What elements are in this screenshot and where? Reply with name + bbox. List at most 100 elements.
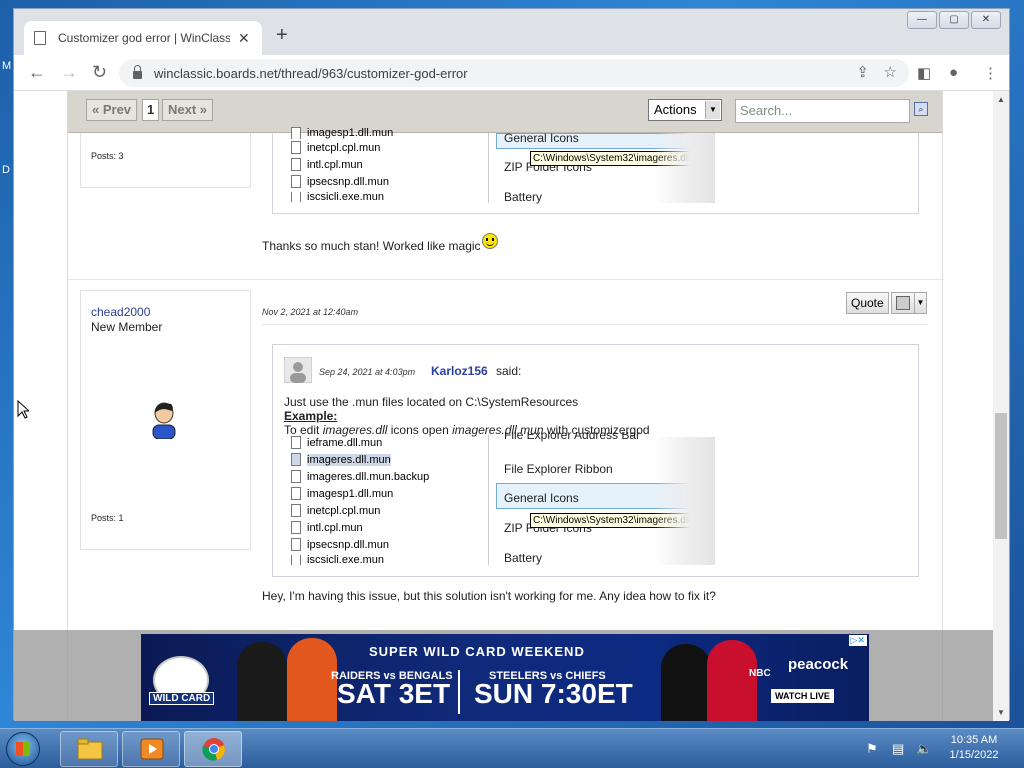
file-icon [291, 192, 301, 202]
file-icon [291, 436, 301, 449]
quote-box: Sep 24, 2021 at 4:03pm Karloz156 said: J… [272, 344, 919, 577]
tray-flag-icon[interactable]: ⚑ [866, 741, 878, 757]
post-date: Nov 2, 2021 at 12:40am [262, 307, 359, 317]
file-item-selected: imageres.dll.mun [291, 453, 391, 466]
file-item: iscsicli.exe.mun [291, 192, 384, 202]
taskbar-media-player-button[interactable] [122, 731, 180, 767]
post-message: Thanks so much stan! Worked like magic [262, 239, 481, 253]
taskbar-chrome-button[interactable] [184, 731, 242, 767]
share-icon[interactable]: ⇪ [856, 63, 869, 81]
file-item: inetcpl.cpl.mun [291, 141, 380, 154]
scroll-down-icon[interactable]: ▼ [997, 708, 1005, 717]
quote-line: Just use the .mun files located on C:\Sy… [284, 395, 579, 409]
file-item: iscsicli.exe.mun [291, 555, 384, 565]
start-button[interactable] [6, 732, 40, 766]
browser-tab[interactable]: Customizer god error | WinClassic ✕ [24, 21, 262, 55]
watch-live-button[interactable]: WATCH LIVE [771, 689, 834, 703]
gear-icon [896, 296, 910, 310]
ad-choices-icon[interactable]: ▷✕ [848, 635, 867, 646]
file-icon [291, 521, 301, 534]
player-image [287, 638, 337, 721]
file-icon [291, 555, 301, 565]
file-item: intl.cpl.mun [291, 521, 363, 534]
new-tab-button[interactable]: + [276, 24, 288, 47]
advertisement-banner[interactable]: ▷✕ WILD CARD SUPER WILD CARD WEEKEND RAI… [141, 634, 869, 721]
file-icon [291, 453, 301, 466]
image-fade [653, 133, 715, 203]
quote-box: imagesp1.dll.mun inetcpl.cpl.mun intl.cp… [272, 127, 919, 214]
bookmark-star-icon[interactable]: ☆ [884, 63, 897, 81]
option-item: File Explorer Ribbon [504, 462, 613, 476]
browser-toolbar: ← → ↻ winclassic.boards.net/thread/963/c… [14, 55, 1009, 91]
page-scrollbar[interactable]: ▲ ▼ [993, 91, 1009, 721]
lock-icon [133, 65, 142, 79]
browser-menu-icon[interactable]: ⋮ [983, 64, 998, 82]
divider [488, 133, 489, 203]
mouse-cursor-icon [17, 400, 29, 419]
user-title: New Member [91, 320, 163, 334]
user-avatar [152, 402, 176, 439]
quote-button[interactable]: Quote [846, 292, 889, 314]
user-info-box: Posts: 3 [80, 133, 251, 188]
quote-said: said: [496, 364, 522, 378]
tab-close-icon[interactable]: ✕ [238, 30, 250, 47]
peacock-logo: peacock [788, 656, 849, 673]
player-image [661, 644, 711, 721]
minimize-button[interactable]: — [907, 11, 937, 29]
desktop-edge-glyph: D [2, 164, 10, 176]
search-input[interactable]: Search... [735, 99, 910, 123]
quote-author-link[interactable]: Karloz156 [431, 364, 488, 378]
folder-icon [77, 738, 103, 760]
close-window-button[interactable]: ✕ [971, 11, 1001, 29]
moderation-menu-button[interactable]: ▼ [891, 292, 927, 314]
option-item: Battery [504, 551, 543, 565]
option-item: File Explorer Address Bar [504, 432, 641, 442]
game2-time: SUN 7:30ET [474, 678, 633, 709]
option-item: General Icons [504, 131, 579, 145]
player-image [237, 642, 287, 721]
quote-example-label: Example: [284, 409, 338, 423]
reload-icon[interactable]: ↻ [92, 62, 107, 83]
username-link[interactable]: chead2000 [91, 305, 150, 319]
scroll-up-icon[interactable]: ▲ [997, 95, 1005, 104]
divider [488, 435, 489, 565]
player-image [707, 640, 757, 721]
file-icon [291, 538, 301, 551]
search-icon[interactable]: ⌕ [914, 102, 928, 116]
next-page-button[interactable]: Next » [162, 99, 214, 121]
taskbar-explorer-button[interactable] [60, 731, 118, 767]
clock-time: 10:35 AM [950, 734, 998, 746]
option-item: Battery [504, 190, 543, 204]
post-header-separator [262, 324, 928, 325]
chrome-icon [202, 738, 225, 761]
ad-headline: SUPER WILD CARD WEEKEND [369, 644, 585, 659]
forward-arrow-icon[interactable]: → [60, 62, 78, 83]
wild-card-label: WILD CARD [149, 692, 215, 705]
nbc-logo: NBC [749, 668, 771, 679]
file-icon [291, 175, 301, 188]
address-bar[interactable]: winclassic.boards.net/thread/963/customi… [119, 59, 909, 87]
file-item: imagesp1.dll.mun [291, 127, 393, 139]
file-icon [291, 504, 301, 517]
tray-network-icon[interactable]: ▤ [892, 741, 904, 757]
prev-page-button[interactable]: « Prev [86, 99, 138, 121]
actions-select[interactable]: Actions ▼ [648, 99, 722, 121]
side-panel-icon[interactable]: ◧ [917, 64, 931, 82]
tray-volume-icon[interactable]: 🔈 [916, 741, 932, 757]
scrollbar-thumb[interactable] [995, 413, 1007, 539]
back-arrow-icon[interactable]: ← [28, 62, 46, 83]
browser-window: Customizer god error | WinClassic ✕ + — … [13, 8, 1010, 721]
forum-thread: « Prev 1 Next » Actions ▼ Search... ⌕ Po… [67, 91, 944, 721]
desktop-edge-glyph: M [2, 60, 12, 72]
quoted-user-avatar [284, 357, 312, 383]
system-clock[interactable]: 10:35 AM 1/15/2022 [946, 733, 1002, 763]
quote-date: Sep 24, 2021 at 4:03pm [319, 367, 416, 377]
file-item: inetcpl.cpl.mun [291, 504, 380, 517]
post-message: Hey, I'm having this issue, but this sol… [262, 589, 716, 603]
maximize-button[interactable]: ▢ [939, 11, 969, 29]
page-viewport: « Prev 1 Next » Actions ▼ Search... ⌕ Po… [14, 91, 994, 721]
file-icon [291, 470, 301, 483]
chevron-down-icon: ▼ [914, 293, 926, 313]
profile-avatar-icon[interactable]: ● [949, 64, 958, 81]
file-icon [291, 487, 301, 500]
